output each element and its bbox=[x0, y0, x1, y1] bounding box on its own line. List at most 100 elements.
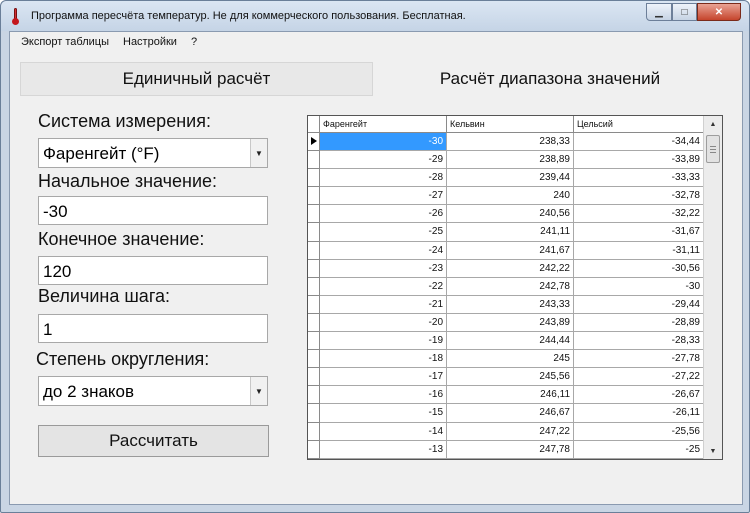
cell-fahrenheit[interactable]: -16 bbox=[320, 386, 447, 405]
cell-kelvin[interactable]: 243,89 bbox=[447, 313, 574, 333]
cell-fahrenheit[interactable]: -19 bbox=[320, 332, 447, 351]
cell-fahrenheit[interactable]: -29 bbox=[320, 151, 447, 170]
step-value-input[interactable]: 1 bbox=[38, 314, 268, 343]
cell-celsius[interactable]: -26,11 bbox=[574, 404, 704, 423]
cell-fahrenheit[interactable]: -13 bbox=[320, 440, 447, 459]
menu-export-table[interactable]: Экспорт таблицы bbox=[14, 36, 116, 48]
table-row[interactable]: -17 245,56 -27,22 bbox=[308, 368, 704, 387]
table-row[interactable]: -24 241,67 -31,11 bbox=[308, 241, 704, 260]
cell-fahrenheit[interactable]: -14 bbox=[320, 422, 447, 441]
table-row[interactable]: -22 242,78 -30 bbox=[308, 277, 704, 296]
row-header[interactable] bbox=[308, 295, 320, 314]
minimize-button[interactable]: ▁ bbox=[646, 3, 672, 21]
close-button[interactable]: ✕ bbox=[697, 3, 741, 21]
table-row[interactable]: -16 246,11 -26,67 bbox=[308, 386, 704, 405]
cell-kelvin[interactable]: 241,67 bbox=[447, 241, 574, 260]
table-row[interactable]: -21 243,33 -29,44 bbox=[308, 295, 704, 314]
cell-fahrenheit[interactable]: -15 bbox=[320, 404, 447, 423]
scroll-down-icon[interactable]: ▼ bbox=[704, 443, 722, 459]
cell-celsius[interactable]: -33,89 bbox=[574, 151, 704, 170]
menu-settings[interactable]: Настройки bbox=[116, 36, 184, 48]
table-row[interactable]: -23 242,22 -30,56 bbox=[308, 259, 704, 278]
cell-kelvin[interactable]: 239,44 bbox=[447, 169, 574, 188]
table-row[interactable]: -30 238,33 -34,44 bbox=[308, 133, 704, 152]
system-select[interactable]: Фаренгейт (°F) ▼ bbox=[38, 138, 268, 168]
cell-fahrenheit[interactable]: -25 bbox=[320, 223, 447, 242]
tab-range-calculation[interactable]: Расчёт диапазона значений bbox=[380, 62, 720, 96]
maximize-button[interactable]: □ bbox=[672, 3, 697, 21]
calculate-button[interactable]: Рассчитать bbox=[38, 425, 269, 457]
rounding-select[interactable]: до 2 знаков ▼ bbox=[38, 376, 268, 406]
end-value-input[interactable]: 120 bbox=[38, 256, 268, 285]
cell-celsius[interactable]: -33,33 bbox=[574, 169, 704, 188]
cell-kelvin[interactable]: 246,11 bbox=[447, 386, 574, 405]
cell-celsius[interactable]: -34,44 bbox=[574, 133, 704, 152]
row-header[interactable] bbox=[308, 187, 320, 206]
cell-celsius[interactable]: -30 bbox=[574, 277, 704, 296]
chevron-down-icon[interactable]: ▼ bbox=[250, 139, 267, 167]
cell-fahrenheit[interactable]: -23 bbox=[320, 259, 447, 278]
column-header-kelvin[interactable]: Кельвин bbox=[447, 116, 574, 133]
table-row[interactable]: -14 247,22 -25,56 bbox=[308, 422, 704, 441]
column-header-celsius[interactable]: Цельсий bbox=[574, 116, 704, 133]
column-header-fahrenheit[interactable]: Фаренгейт bbox=[320, 116, 447, 133]
cell-celsius[interactable]: -31,67 bbox=[574, 223, 704, 242]
cell-kelvin[interactable]: 241,11 bbox=[447, 223, 574, 242]
cell-fahrenheit[interactable]: -21 bbox=[320, 295, 447, 314]
cell-fahrenheit[interactable]: -22 bbox=[320, 277, 447, 296]
cell-kelvin[interactable]: 247,22 bbox=[447, 422, 574, 441]
cell-celsius[interactable]: -27,78 bbox=[574, 350, 704, 369]
row-header[interactable] bbox=[308, 277, 320, 296]
table-row[interactable]: -27 240 -32,78 bbox=[308, 187, 704, 206]
cell-celsius[interactable]: -30,56 bbox=[574, 259, 704, 278]
table-row[interactable]: -18 245 -27,78 bbox=[308, 350, 704, 369]
grid-scrollbar[interactable]: ▲ ▼ bbox=[703, 116, 722, 459]
cell-fahrenheit[interactable]: -20 bbox=[320, 313, 447, 333]
tab-single-calculation[interactable]: Единичный расчёт bbox=[20, 62, 373, 96]
table-row[interactable]: -15 246,67 -26,11 bbox=[308, 404, 704, 423]
row-header[interactable] bbox=[308, 368, 320, 387]
cell-kelvin[interactable]: 240 bbox=[447, 187, 574, 206]
cell-kelvin[interactable]: 244,44 bbox=[447, 332, 574, 351]
chevron-down-icon[interactable]: ▼ bbox=[250, 377, 267, 405]
table-row[interactable]: -28 239,44 -33,33 bbox=[308, 169, 704, 188]
row-header[interactable] bbox=[308, 223, 320, 242]
cell-kelvin[interactable]: 245,56 bbox=[447, 368, 574, 387]
cell-celsius[interactable]: -25,56 bbox=[574, 422, 704, 441]
row-header[interactable] bbox=[308, 386, 320, 405]
row-header[interactable] bbox=[308, 259, 320, 278]
cell-kelvin[interactable]: 242,78 bbox=[447, 277, 574, 296]
row-header[interactable] bbox=[308, 205, 320, 224]
cell-kelvin[interactable]: 238,89 bbox=[447, 151, 574, 170]
cell-celsius[interactable]: -31,11 bbox=[574, 241, 704, 260]
cell-kelvin[interactable]: 243,33 bbox=[447, 295, 574, 314]
row-header[interactable] bbox=[308, 151, 320, 170]
cell-celsius[interactable]: -28,89 bbox=[574, 313, 704, 333]
row-header[interactable] bbox=[308, 422, 320, 441]
cell-celsius[interactable]: -28,33 bbox=[574, 332, 704, 351]
cell-kelvin[interactable]: 238,33 bbox=[447, 133, 574, 152]
cell-fahrenheit[interactable]: -18 bbox=[320, 350, 447, 369]
start-value-input[interactable]: -30 bbox=[38, 196, 268, 225]
cell-celsius[interactable]: -26,67 bbox=[574, 386, 704, 405]
cell-celsius[interactable]: -29,44 bbox=[574, 295, 704, 314]
cell-celsius[interactable]: -27,22 bbox=[574, 368, 704, 387]
table-row[interactable]: -29 238,89 -33,89 bbox=[308, 151, 704, 170]
cell-kelvin[interactable]: 242,22 bbox=[447, 259, 574, 278]
cell-fahrenheit[interactable]: -28 bbox=[320, 169, 447, 188]
cell-fahrenheit[interactable]: -17 bbox=[320, 368, 447, 387]
row-header[interactable] bbox=[308, 350, 320, 369]
scroll-thumb[interactable] bbox=[706, 135, 720, 163]
title-bar[interactable]: Программа пересчёта температур. Не для к… bbox=[1, 1, 749, 31]
table-row[interactable]: -20 243,89 -28,89 bbox=[308, 313, 704, 333]
row-header[interactable] bbox=[308, 404, 320, 423]
row-header[interactable] bbox=[308, 332, 320, 351]
menu-help[interactable]: ? bbox=[184, 36, 204, 48]
row-header[interactable] bbox=[308, 133, 320, 152]
table-row[interactable]: -13 247,78 -25 bbox=[308, 440, 704, 459]
cell-celsius[interactable]: -32,78 bbox=[574, 187, 704, 206]
cell-celsius[interactable]: -25 bbox=[574, 440, 704, 459]
cell-kelvin[interactable]: 240,56 bbox=[447, 205, 574, 224]
cell-fahrenheit[interactable]: -26 bbox=[320, 205, 447, 224]
cell-kelvin[interactable]: 246,67 bbox=[447, 404, 574, 423]
